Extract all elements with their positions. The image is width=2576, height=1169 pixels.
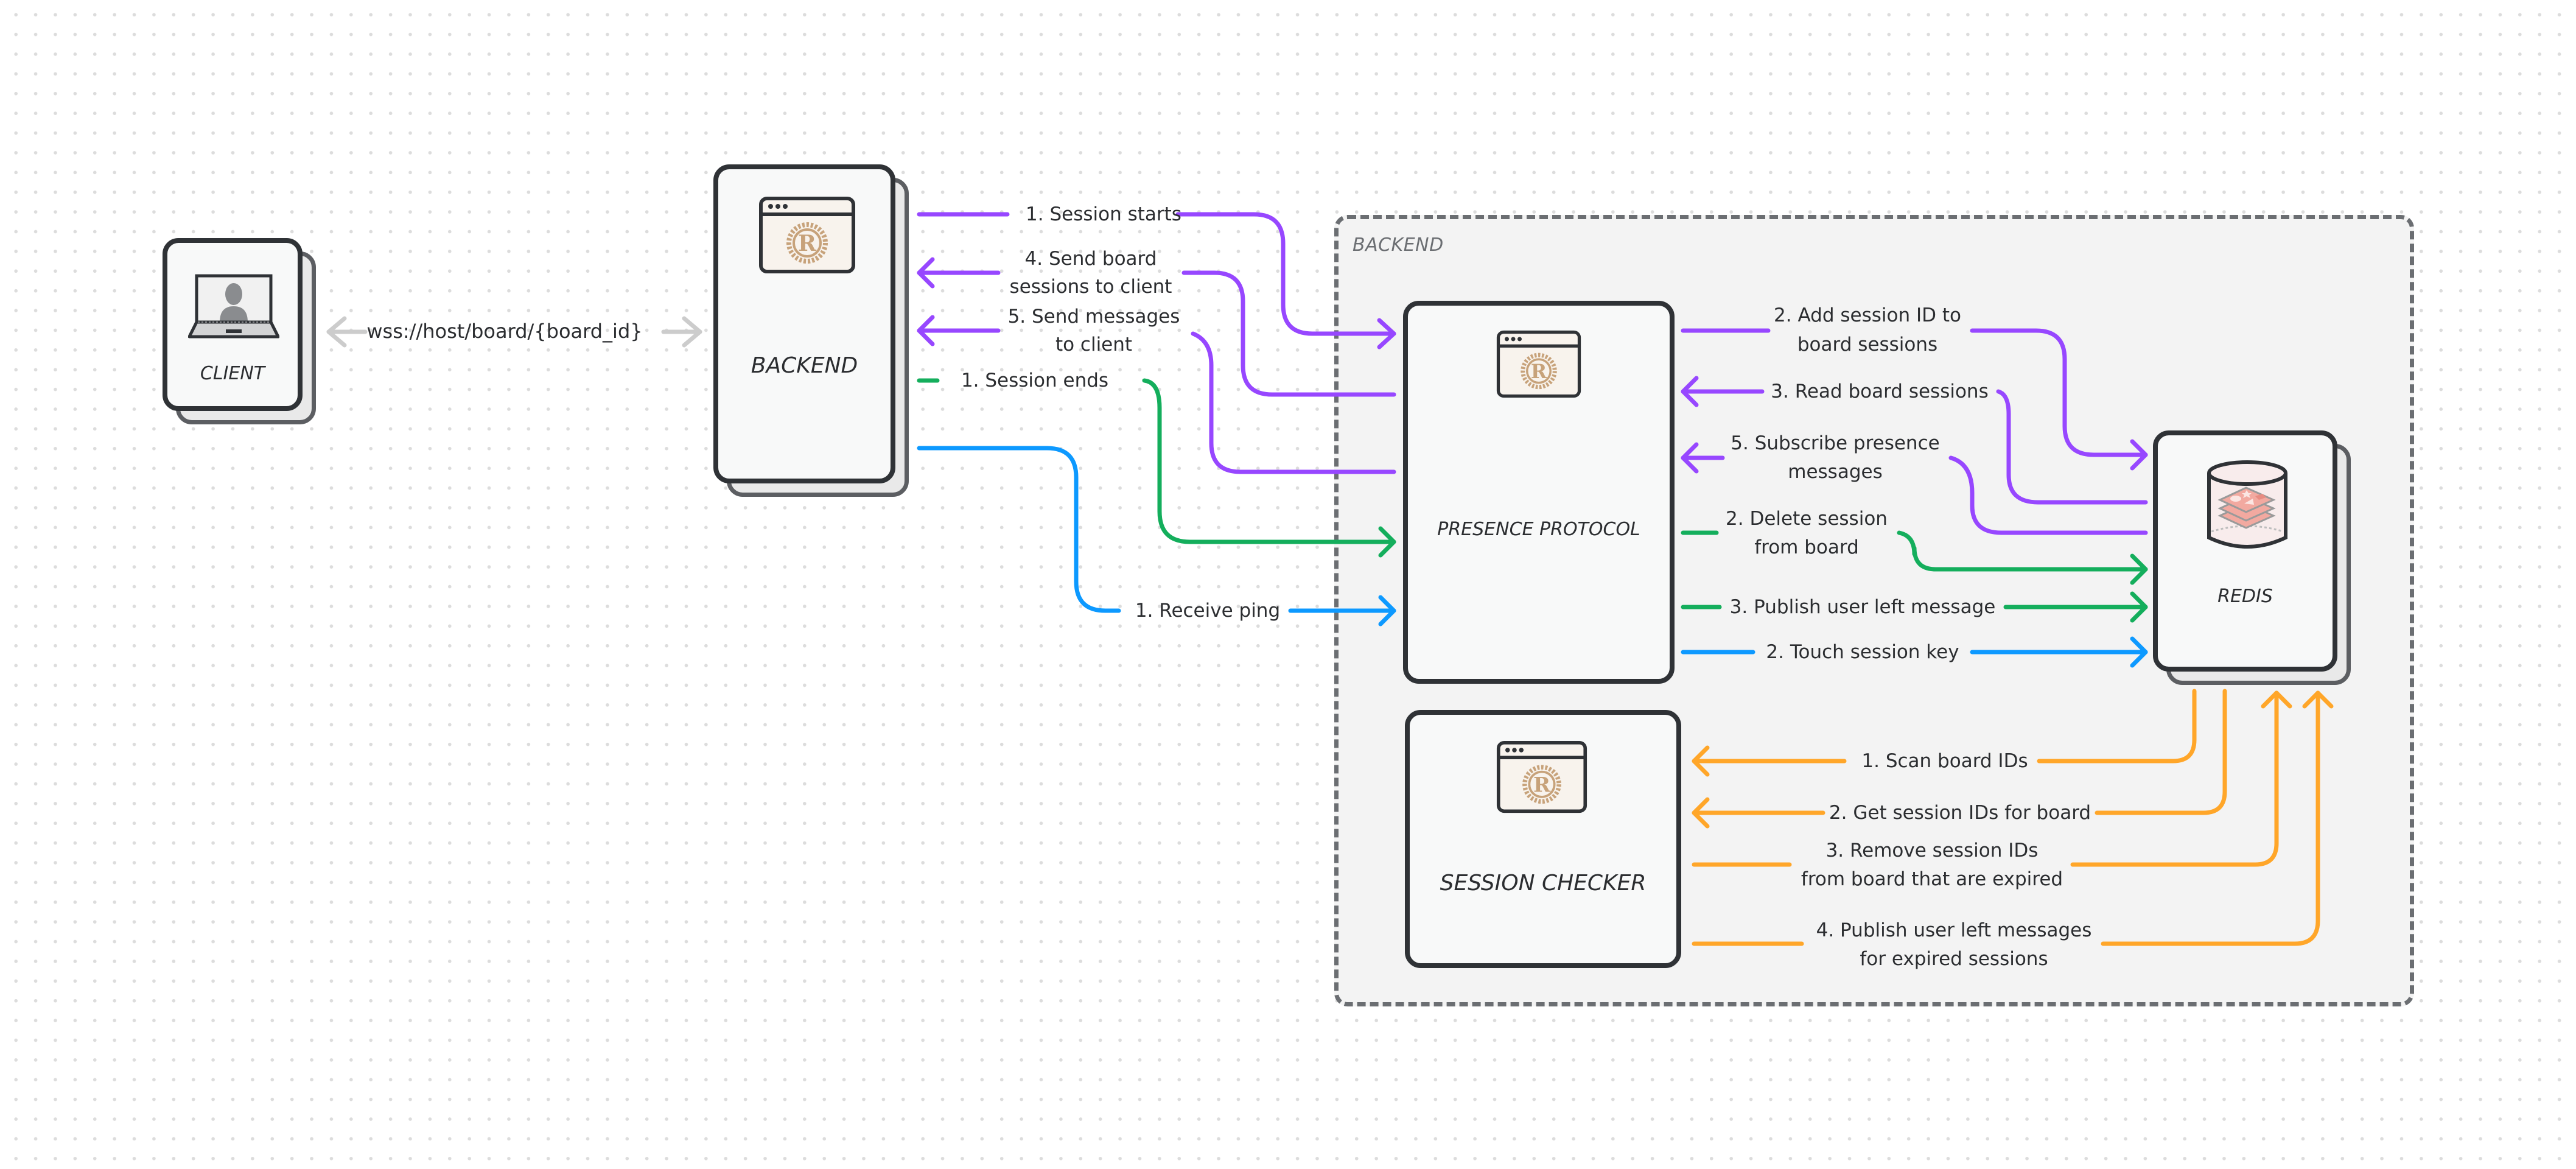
label-touch-session-key: 2. Touch session key: [1766, 641, 1959, 663]
label-delete-session-2: from board: [1754, 536, 1859, 558]
edge-session-ends[interactable]: [917, 378, 1396, 558]
label-subscribe-presence-2: messages: [1788, 461, 1883, 483]
svg-text:R: R: [1531, 360, 1547, 383]
label-send-messages-2: to client: [1055, 334, 1133, 356]
session-checker-node[interactable]: R SESSION CHECKER: [1405, 710, 1681, 968]
label-add-session-id-1: 2. Add session ID to: [1774, 304, 1961, 326]
label-add-session-id-2: board sessions: [1797, 334, 1938, 356]
label-session-ends: 1. Session ends: [961, 370, 1109, 391]
presence-protocol-label: PRESENCE PROTOCOL: [1437, 519, 1640, 540]
label-get-session-ids: 2. Get session IDs for board: [1829, 802, 2091, 824]
label-publish-expired-1: 4. Publish user left messages: [1816, 919, 2092, 941]
laptop-user-icon: [188, 274, 279, 339]
backend-label: BACKEND: [751, 353, 858, 378]
svg-text:R: R: [1533, 772, 1551, 796]
client-label: CLIENT: [200, 363, 265, 384]
label-publish-user-left: 3. Publish user left message: [1729, 596, 1996, 618]
label-send-board-sessions-1: 4. Send board: [1024, 248, 1157, 270]
redis-database-icon: [2207, 460, 2287, 549]
session-checker-label: SESSION CHECKER: [1440, 871, 1647, 896]
redis-node[interactable]: REDIS: [2153, 430, 2351, 685]
label-session-starts: 1. Session starts: [1026, 203, 1181, 225]
label-remove-session-ids-2: from board that are expired: [1801, 868, 2063, 890]
websocket-url-label: wss://host/board/{board_id}: [366, 320, 643, 343]
label-subscribe-presence-1: 5. Subscribe presence: [1731, 432, 1940, 454]
redis-label: REDIS: [2217, 586, 2273, 607]
rust-window-icon: R: [1496, 330, 1581, 398]
label-read-board-sessions: 3. Read board sessions: [1771, 381, 1989, 402]
rust-window-icon: R: [1496, 740, 1587, 813]
presence-protocol-node[interactable]: R PRESENCE PROTOCOL: [1403, 301, 1675, 684]
label-publish-expired-2: for expired sessions: [1860, 948, 2048, 970]
edge-delete-session[interactable]: [1681, 530, 2148, 585]
svg-text:R: R: [798, 231, 817, 256]
backend-node[interactable]: R BACKEND: [713, 164, 909, 497]
label-remove-session-ids-1: 3. Remove session IDs: [1825, 840, 2039, 862]
label-delete-session-1: 2. Delete session: [1726, 508, 1888, 530]
label-scan-board-ids: 1. Scan board IDs: [1861, 750, 2028, 772]
label-send-messages-1: 5. Send messages: [1007, 306, 1180, 328]
client-node[interactable]: CLIENT: [163, 238, 316, 424]
label-send-board-sessions-2: sessions to client: [1009, 276, 1172, 298]
rust-window-icon: R: [759, 197, 855, 273]
label-receive-ping: 1. Receive ping: [1135, 600, 1281, 622]
